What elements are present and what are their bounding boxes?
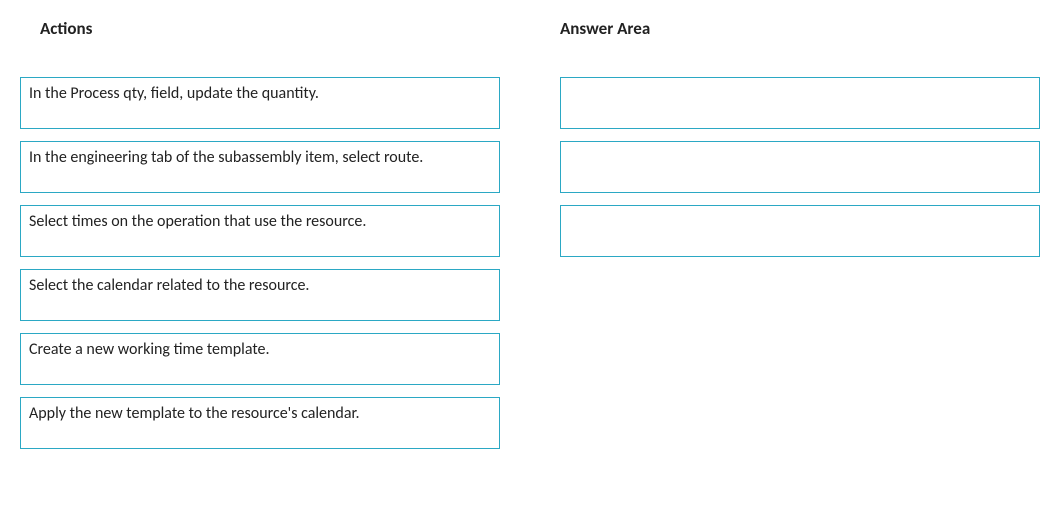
answer-slot[interactable] <box>560 205 1040 257</box>
action-item-label: Apply the new template to the resource's… <box>29 404 360 423</box>
action-item[interactable]: In the Process qty, field, update the qu… <box>20 77 500 129</box>
action-item-label: In the Process qty, field, update the qu… <box>29 84 319 103</box>
action-item-label: Select the calendar related to the resou… <box>29 276 309 295</box>
action-item-label: Select times on the operation that use t… <box>29 212 366 231</box>
action-item-label: In the engineering tab of the subassembl… <box>29 148 423 167</box>
action-item[interactable]: In the engineering tab of the subassembl… <box>20 141 500 193</box>
action-item[interactable]: Apply the new template to the resource's… <box>20 397 500 449</box>
action-item[interactable]: Select the calendar related to the resou… <box>20 269 500 321</box>
action-item[interactable]: Select times on the operation that use t… <box>20 205 500 257</box>
actions-heading: Actions <box>40 18 500 39</box>
answer-column: Answer Area <box>560 18 1040 461</box>
answer-heading: Answer Area <box>560 18 1040 39</box>
answer-slot[interactable] <box>560 141 1040 193</box>
actions-column: Actions In the Process qty, field, updat… <box>20 18 500 461</box>
drag-drop-container: Actions In the Process qty, field, updat… <box>20 18 1042 461</box>
action-item[interactable]: Create a new working time template. <box>20 333 500 385</box>
answer-slot[interactable] <box>560 77 1040 129</box>
action-item-label: Create a new working time template. <box>29 340 270 359</box>
